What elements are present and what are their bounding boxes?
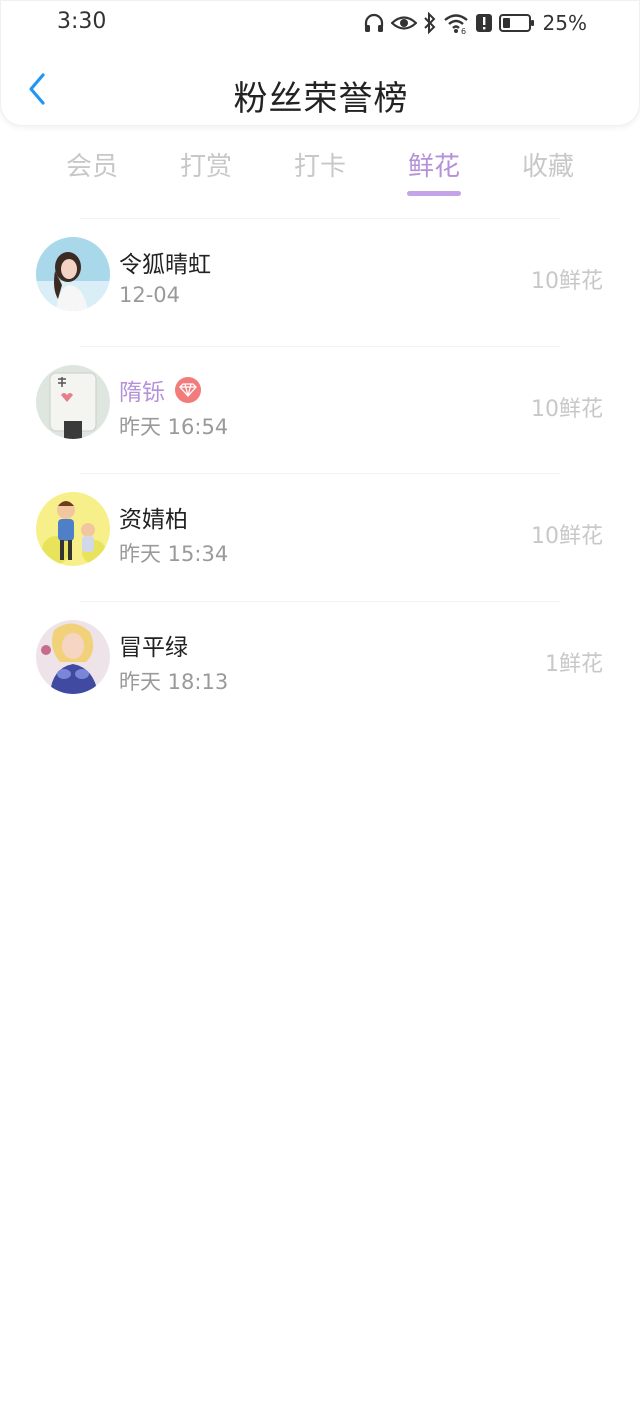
battery-icon [498,13,535,33]
fan-list: 令狐晴虹 12-04 10鲜花 隋铄 昨天 16:54 10鲜花 资婧柏 昨天 … [0,219,640,729]
fan-time: 昨天 18:13 [119,669,229,694]
fan-name-text: 冒平绿 [119,634,188,661]
tab-favorites[interactable]: 收藏 [488,146,608,183]
active-tab-indicator [407,191,461,196]
diamond-icon [175,376,201,403]
flower-count: 10鲜花 [531,396,603,422]
list-item[interactable]: 资婧柏 昨天 15:34 10鲜花 [0,474,640,602]
status-icons: 6 25% [363,9,587,37]
flower-count: 1鲜花 [545,651,603,677]
tab-flowers[interactable]: 鲜花 [374,146,494,183]
fan-name-text: 令狐晴虹 [119,252,211,278]
fan-time: 昨天 15:34 [119,542,229,566]
list-item[interactable]: 令狐晴虹 12-04 10鲜花 [0,219,640,347]
status-time: 3:30 [57,9,107,34]
fan-name: 冒平绿 [119,628,188,662]
flower-count: 10鲜花 [531,269,603,294]
tab-checkin[interactable]: 打卡 [260,146,380,183]
fan-time: 12-04 [119,283,181,307]
avatar [36,492,110,566]
eye-icon [390,12,417,34]
headphones-icon [363,12,385,34]
fan-name-text: 隋铄 [119,379,165,406]
fan-name-text: 资婧柏 [119,507,188,533]
fan-time: 昨天 16:54 [119,414,229,439]
tab-membership[interactable]: 会员 [32,146,152,183]
avatar [36,237,110,311]
fan-name: 资婧柏 [119,500,188,534]
battery-percent: 25% [542,11,587,35]
svg-text:6: 6 [461,27,466,34]
flower-count: 10鲜花 [531,524,603,549]
avatar [36,619,110,694]
fan-name: 令狐晴虹 [119,245,211,279]
avatar [36,364,110,439]
tab-tips[interactable]: 打赏 [146,146,266,183]
wifi-icon: 6 [443,12,469,34]
fan-name: 隋铄 [119,373,201,407]
list-item[interactable]: 冒平绿 昨天 18:13 1鲜花 [0,602,640,730]
page-title: 粉丝荣誉榜 [233,79,409,119]
tab-bar: 会员 打赏 打卡 鲜花 收藏 [0,140,640,200]
header-card: 3:30 6 25% 粉丝荣誉榜 [0,0,640,126]
list-item[interactable]: 隋铄 昨天 16:54 10鲜花 [0,347,640,474]
status-bar: 3:30 6 25% [1,1,640,45]
alert-icon [475,12,493,34]
bluetooth-icon [423,12,437,34]
